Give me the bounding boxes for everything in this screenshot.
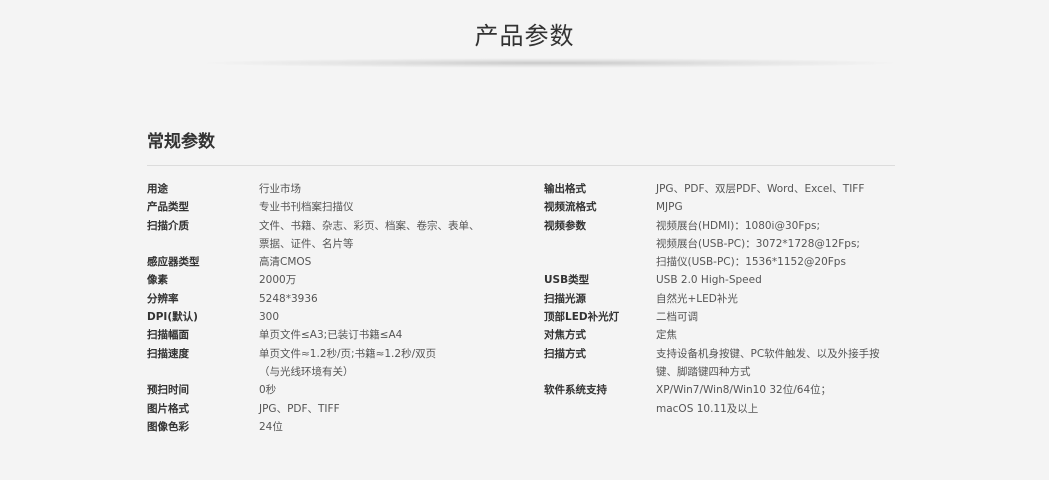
right-params-column: 输出格式 JPG、PDF、双层PDF、Word、Excel、TIFF 视频流格式 MJ… xyxy=(544,180,904,418)
param-value-line: 行业市场 xyxy=(259,183,301,195)
param-value-line: 5248*3936 xyxy=(259,292,318,305)
title-shadow-divider xyxy=(195,58,905,68)
param-label: 图片格式 xyxy=(147,402,189,415)
param-value: 单页文件≤A3;已装订书籍≤A4 xyxy=(259,326,527,344)
param-label: 视频流格式 xyxy=(544,201,597,214)
param-value-line: 二档可调 xyxy=(656,311,698,324)
param-label: 感应器类型 xyxy=(147,256,200,269)
param-label: 分辨率 xyxy=(147,292,179,305)
param-label: 扫描光源 xyxy=(544,292,586,305)
param-value-line: macOS 10.11及以上 xyxy=(656,402,759,415)
param-value-line: 高清CMOS xyxy=(259,256,312,269)
param-value: 二档可调 xyxy=(656,308,904,326)
param-value-line: JPG、PDF、双层PDF、Word、Excel、TIFF xyxy=(656,183,865,195)
param-value-line: USB 2.0 High-Speed xyxy=(656,274,762,287)
param-value: 文件、书籍、杂志、彩页、档案、卷宗、表单、 票据、证件、名片等 xyxy=(259,217,527,254)
param-label: 顶部LED补光灯 xyxy=(544,311,620,324)
param-row: 用途 行业市场 xyxy=(147,180,527,198)
param-row: 视频流格式 MJPG xyxy=(544,198,904,216)
param-value: JPG、PDF、双层PDF、Word、Excel、TIFF xyxy=(656,180,904,198)
param-value-line: MJPG xyxy=(656,201,683,214)
param-value-line: 定焦 xyxy=(656,329,677,342)
param-label: 软件系统支持 xyxy=(544,384,607,397)
param-value: 自然光+LED补光 xyxy=(656,290,904,308)
param-value-line: 文件、书籍、杂志、彩页、档案、卷宗、表单、 xyxy=(259,219,480,232)
param-value: JPG、PDF、TIFF xyxy=(259,400,527,418)
section-title: 常规参数 xyxy=(147,132,215,152)
param-label: 扫描介质 xyxy=(147,219,189,232)
page-title: 产品参数 xyxy=(474,22,575,50)
param-label: 扫描速度 xyxy=(147,347,189,360)
param-row: 顶部LED补光灯 二档可调 xyxy=(544,308,904,326)
param-value: 0秒 xyxy=(259,381,527,399)
param-row: 扫描方式 支持设备机身按键、PC软件触发、以及外接手按 键、脚踏键四种方式 xyxy=(544,345,904,382)
param-value: 支持设备机身按键、PC软件触发、以及外接手按 键、脚踏键四种方式 xyxy=(656,345,904,382)
param-row: 感应器类型 高清CMOS xyxy=(147,253,527,271)
param-value: 单页文件≈1.2秒/页;书籍≈1.2秒/双页 （与光线环境有关） xyxy=(259,345,527,382)
param-row: 软件系统支持 XP/Win7/Win8/Win10 32位/64位； macOS 1… xyxy=(544,381,904,418)
param-label: 像素 xyxy=(147,274,168,287)
param-label: 预扫时间 xyxy=(147,384,189,397)
param-row: 分辨率 5248*3936 xyxy=(147,290,527,308)
param-row: 产品类型 专业书刊档案扫描仪 xyxy=(147,198,527,216)
param-value-line: 支持设备机身按键、PC软件触发、以及外接手按 xyxy=(656,347,880,360)
param-label: 扫描方式 xyxy=(544,347,586,360)
param-value: 5248*3936 xyxy=(259,290,527,308)
param-value-line: （与光线环境有关） xyxy=(259,365,354,378)
param-value-line: 视频展台(USB-PC)：3072*1728@12Fps; xyxy=(656,237,860,250)
param-value-line: 视频展台(HDMI)：1080i@30Fps; xyxy=(656,219,821,232)
param-row: 扫描幅面 单页文件≤A3;已装订书籍≤A4 xyxy=(147,326,527,344)
param-value-line: 单页文件≈1.2秒/页;书籍≈1.2秒/双页 xyxy=(259,347,437,360)
param-value-line: 24位 xyxy=(259,420,283,433)
param-row: USB类型 USB 2.0 High-Speed xyxy=(544,271,904,289)
param-label: 产品类型 xyxy=(147,201,189,214)
param-value: 24位 xyxy=(259,418,527,436)
param-value: MJPG xyxy=(656,198,904,216)
param-label: 对焦方式 xyxy=(544,329,586,342)
param-row: DPI(默认) 300 xyxy=(147,308,527,326)
param-value: 定焦 xyxy=(656,326,904,344)
param-row: 扫描光源 自然光+LED补光 xyxy=(544,290,904,308)
param-value: XP/Win7/Win8/Win10 32位/64位； macOS 10.11及以… xyxy=(656,381,904,418)
param-value: 行业市场 xyxy=(259,180,527,198)
param-value-line: 2000万 xyxy=(259,274,297,287)
param-row: 扫描介质 文件、书籍、杂志、彩页、档案、卷宗、表单、 票据、证件、名片等 xyxy=(147,217,527,254)
param-value-line: 单页文件≤A3;已装订书籍≤A4 xyxy=(259,329,403,342)
section-divider xyxy=(147,165,895,166)
param-row: 预扫时间 0秒 xyxy=(147,381,527,399)
param-value: 2000万 xyxy=(259,271,527,289)
product-params-page: 产品参数 常规参数 用途 行业市场产品类型 专业书刊档案扫描仪扫描介质 文件、书籍、杂… xyxy=(0,0,1049,480)
param-value-line: 扫描仪(USB-PC)：1536*1152@20Fps xyxy=(656,256,846,269)
param-value-line: 0秒 xyxy=(259,384,277,397)
param-label: 图像色彩 xyxy=(147,420,189,433)
param-value: 高清CMOS xyxy=(259,253,527,271)
param-value-line: 票据、证件、名片等 xyxy=(259,237,354,250)
param-label: 扫描幅面 xyxy=(147,329,189,342)
left-params-column: 用途 行业市场产品类型 专业书刊档案扫描仪扫描介质 文件、书籍、杂志、彩页、档案、卷宗… xyxy=(147,180,527,436)
param-row: 图片格式 JPG、PDF、TIFF xyxy=(147,400,527,418)
param-value: USB 2.0 High-Speed xyxy=(656,271,904,289)
param-value-line: JPG、PDF、TIFF xyxy=(259,402,340,415)
param-row: 对焦方式 定焦 xyxy=(544,326,904,344)
param-value: 专业书刊档案扫描仪 xyxy=(259,198,527,216)
param-label: 视频参数 xyxy=(544,219,586,232)
param-row: 视频参数 视频展台(HDMI)：1080i@30Fps; 视频展台(USB-PC)：… xyxy=(544,217,904,272)
param-value-line: 专业书刊档案扫描仪 xyxy=(259,201,354,214)
param-row: 像素 2000万 xyxy=(147,271,527,289)
param-value-line: 300 xyxy=(259,311,280,324)
param-row: 图像色彩 24位 xyxy=(147,418,527,436)
param-value: 视频展台(HDMI)：1080i@30Fps; 视频展台(USB-PC)：3072… xyxy=(656,217,904,272)
param-row: 输出格式 JPG、PDF、双层PDF、Word、Excel、TIFF xyxy=(544,180,904,198)
param-label: USB类型 xyxy=(544,274,590,287)
param-label: DPI(默认) xyxy=(147,311,198,324)
param-value-line: 自然光+LED补光 xyxy=(656,292,738,305)
param-label: 用途 xyxy=(147,183,168,195)
param-value: 300 xyxy=(259,308,527,326)
param-value-line: XP/Win7/Win8/Win10 32位/64位； xyxy=(656,384,832,397)
param-row: 扫描速度 单页文件≈1.2秒/页;书籍≈1.2秒/双页 （与光线环境有关） xyxy=(147,345,527,382)
param-value-line: 键、脚踏键四种方式 xyxy=(656,365,751,378)
param-label: 输出格式 xyxy=(544,183,586,195)
